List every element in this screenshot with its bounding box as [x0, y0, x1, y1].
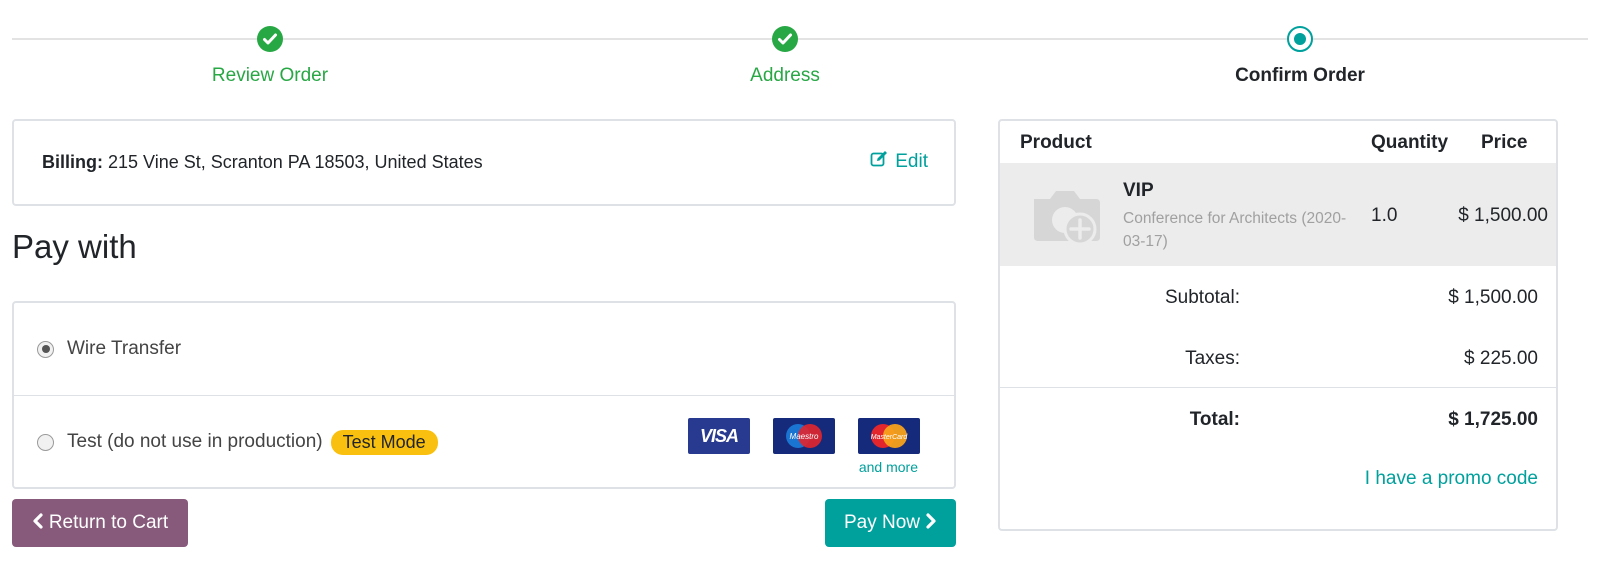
test-mode-badge: Test Mode	[330, 429, 438, 455]
pay-now-label: Pay Now	[843, 512, 921, 533]
svg-text:MasterCard: MasterCard	[871, 434, 909, 441]
subtotal-label: Subtotal:	[1165, 287, 1240, 308]
card-logos: VISA Maestro MasterCard	[688, 418, 920, 454]
taxes-label: Taxes:	[1185, 348, 1240, 369]
edit-billing-link[interactable]: Edit	[870, 150, 928, 174]
edit-label: Edit	[895, 151, 928, 172]
wizard-step-label: Address	[750, 65, 820, 86]
mastercard-logo: MasterCard	[858, 418, 920, 454]
wizard-step-confirm-order: Confirm Order	[1150, 26, 1450, 87]
total-label: Total:	[1189, 409, 1240, 430]
product-description: Conference for Architects (2020-03-17)	[1123, 210, 1347, 250]
column-header-quantity: Quantity	[1371, 132, 1449, 153]
check-icon	[257, 26, 283, 52]
pay-with-heading: Pay with	[12, 228, 137, 265]
subtotal-value: $ 1,500.00	[1448, 287, 1538, 308]
svg-text:Maestro: Maestro	[790, 432, 819, 441]
promo-code-link[interactable]: I have a promo code	[1365, 468, 1538, 490]
wizard-step-label: Confirm Order	[1235, 65, 1365, 86]
product-name: VIP	[1123, 180, 1154, 201]
pay-now-button[interactable]: Pay Now	[825, 499, 956, 547]
payment-option-label: Test (do not use in production)	[67, 431, 323, 452]
product-image-placeholder-icon	[1030, 185, 1102, 252]
billing-label: Billing:	[42, 152, 103, 172]
chevron-right-icon	[926, 512, 937, 535]
wire-transfer-radio[interactable]	[37, 340, 54, 358]
wizard-step-label: Review Order	[211, 65, 329, 86]
maestro-logo: Maestro	[773, 418, 835, 454]
return-to-cart-button[interactable]: Return to Cart	[12, 499, 188, 547]
wizard-step-review-order[interactable]: Review Order	[120, 26, 420, 87]
column-header-price: Price	[1481, 132, 1528, 153]
payment-options: Wire Transfer Test (do not use in produc…	[12, 301, 956, 489]
return-to-cart-label: Return to Cart	[48, 512, 169, 533]
and-more-link[interactable]: and more	[859, 459, 918, 475]
billing-address-value: 215 Vine St, Scranton PA 18503, United S…	[108, 152, 483, 172]
current-step-icon	[1287, 26, 1313, 52]
total-value: $ 1,725.00	[1448, 409, 1538, 430]
order-summary: Product Quantity Price VIP Conference fo…	[998, 119, 1558, 531]
edit-icon	[870, 150, 889, 174]
billing-card: Billing: 215 Vine St, Scranton PA 18503,…	[12, 119, 956, 206]
billing-address: Billing: 215 Vine St, Scranton PA 18503,…	[42, 152, 483, 173]
visa-logo: VISA	[688, 418, 750, 454]
summary-divider	[1000, 387, 1556, 388]
payment-option-wire-transfer[interactable]: Wire Transfer	[14, 303, 954, 396]
wizard-step-address[interactable]: Address	[635, 26, 935, 87]
payment-option-label: Wire Transfer	[67, 338, 182, 359]
product-price: $ 1,500.00	[1458, 205, 1548, 226]
table-row: VIP Conference for Architects (2020-03-1…	[1000, 163, 1556, 266]
taxes-value: $ 225.00	[1464, 348, 1538, 369]
check-icon	[772, 26, 798, 52]
chevron-left-icon	[32, 512, 43, 535]
test-radio[interactable]	[37, 433, 54, 451]
product-quantity: 1.0	[1371, 205, 1398, 226]
column-header-product: Product	[1020, 132, 1092, 153]
payment-option-test[interactable]: Test (do not use in production) Test Mod…	[14, 396, 954, 488]
